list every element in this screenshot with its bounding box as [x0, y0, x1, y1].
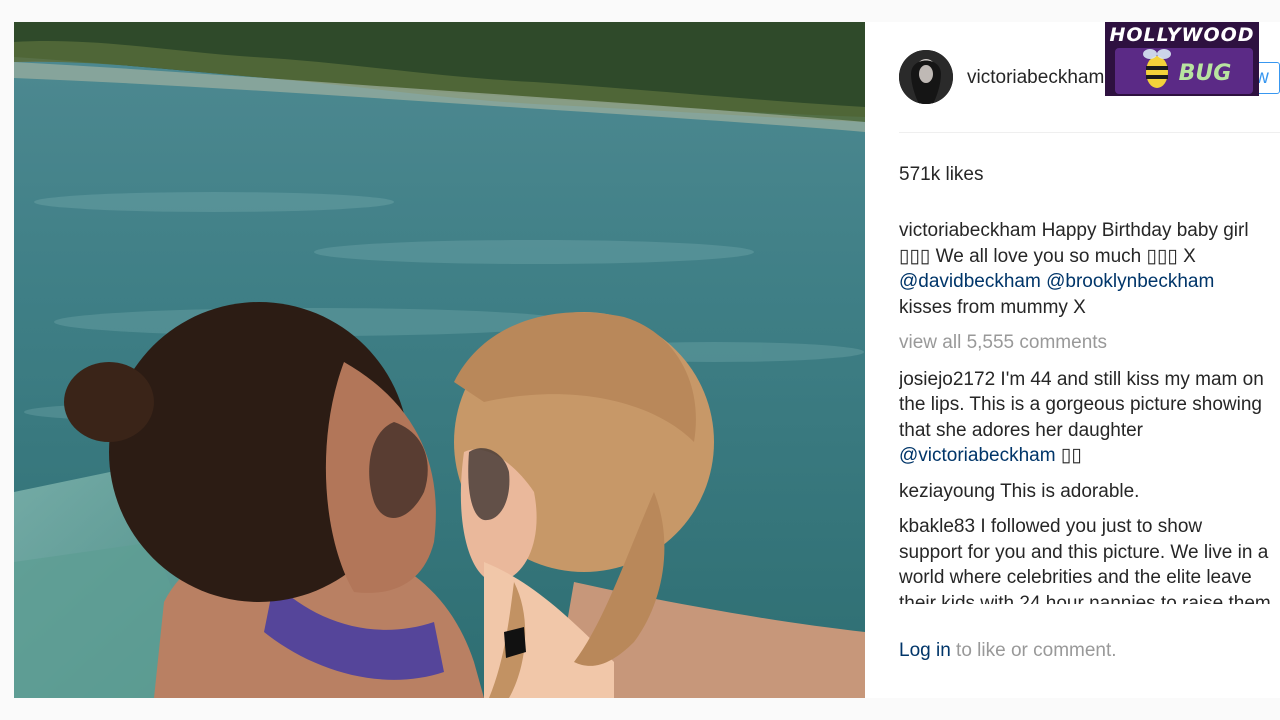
- post-photo-illustration: [14, 22, 865, 698]
- comment-text-line: that she adores her daughter: [899, 419, 1144, 441]
- comment-author[interactable]: keziayoung: [899, 481, 995, 502]
- mention-link[interactable]: @davidbeckham: [899, 271, 1041, 292]
- mention-link[interactable]: @brooklynbeckham: [1046, 271, 1214, 292]
- comment-item: kbakle83 I followed you just to show sup…: [899, 514, 1280, 604]
- comment-mention-line: @victoriabeckham ▯▯: [899, 443, 1280, 469]
- caption-mentions: @davidbeckham @brooklynbeckham: [899, 269, 1280, 295]
- mention-link[interactable]: @victoriabeckham: [899, 445, 1056, 466]
- comment-emoji: ▯▯: [1060, 445, 1082, 466]
- header-divider: [899, 132, 1280, 133]
- login-link[interactable]: Log in: [899, 640, 951, 661]
- user-avatar-photo: [899, 50, 953, 104]
- hollywood-bug-watermark: BUG HOLLYWOOD: [1105, 22, 1259, 96]
- comment-line: josiejo2172 I'm 44 and still kiss my mam…: [899, 367, 1280, 393]
- view-all-comments-link[interactable]: view all 5,555 comments: [899, 330, 1280, 356]
- comment-text-line: their kids with 24 hour nannies to raise…: [899, 592, 1271, 605]
- comment-text: This is adorable.: [1000, 480, 1140, 502]
- comments-list[interactable]: victoriabeckham Happy Birthday baby girl…: [899, 218, 1280, 604]
- caption-text: Happy Birthday baby girl: [1041, 220, 1249, 241]
- caption-author[interactable]: victoriabeckham: [899, 220, 1036, 241]
- caption-text-line2: ▯▯▯ We all love you so much ▯▯▯ X: [899, 245, 1196, 267]
- caption-line: victoriabeckham Happy Birthday baby girl: [899, 218, 1280, 244]
- comment-author[interactable]: kbakle83: [899, 516, 975, 537]
- comment-text: I followed you just to show: [980, 516, 1203, 537]
- login-prompt: Log in to like or comment.: [899, 640, 1117, 662]
- caption: victoriabeckham Happy Birthday baby girl…: [899, 218, 1280, 320]
- comment-line: kbakle83 I followed you just to show: [899, 514, 1280, 540]
- watermark-title: HOLLYWOOD: [1109, 24, 1255, 46]
- comment-text: I'm 44 and still kiss my mam on: [1000, 368, 1264, 390]
- login-suffix: to like or comment.: [950, 640, 1117, 661]
- instagram-post-card: victoriabeckham Follow 571k likes victor…: [14, 22, 1280, 698]
- watermark-badge: BUG: [1179, 61, 1232, 86]
- comment-text-line: world where celebrities and the elite le…: [899, 567, 1252, 588]
- comment-item: josiejo2172 I'm 44 and still kiss my mam…: [899, 367, 1280, 469]
- post-photo[interactable]: [14, 22, 865, 698]
- comment-item: keziayoung This is adorable.: [899, 479, 1280, 505]
- likes-count[interactable]: 571k likes: [899, 164, 984, 186]
- comment-author[interactable]: josiejo2172: [899, 369, 995, 390]
- user-avatar[interactable]: [899, 50, 953, 104]
- post-username[interactable]: victoriabeckham: [967, 67, 1104, 89]
- comment-line: keziayoung This is adorable.: [899, 479, 1280, 505]
- comment-text-line: support for you and this picture. We liv…: [899, 541, 1269, 563]
- comment-text-line: the lips. This is a gorgeous picture sho…: [899, 394, 1262, 415]
- post-sidebar: victoriabeckham Follow 571k likes victor…: [865, 22, 1280, 698]
- caption-text-line4: kisses from mummy X: [899, 296, 1086, 318]
